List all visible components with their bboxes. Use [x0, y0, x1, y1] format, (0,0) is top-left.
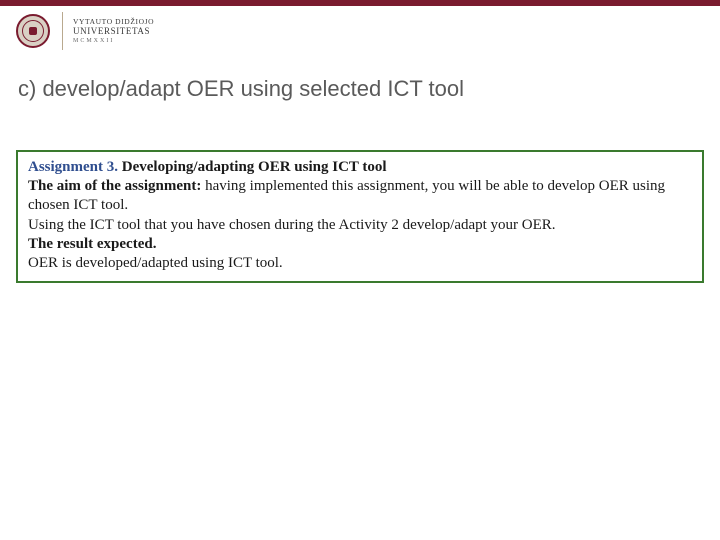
slide-title: c) develop/adapt OER using selected ICT …: [18, 76, 464, 102]
assignment-label: Assignment 3.: [28, 159, 118, 175]
university-seal-icon: [16, 14, 50, 48]
assignment-heading-row: Assignment 3. Developing/adapting OER us…: [28, 158, 692, 177]
assignment-instruction: Using the ICT tool that you have chosen …: [28, 216, 692, 235]
assignment-box: Assignment 3. Developing/adapting OER us…: [16, 150, 704, 283]
assignment-aim-row: The aim of the assignment: having implem…: [28, 177, 692, 215]
logo-divider: [62, 12, 63, 50]
university-wordmark: Vytauto Didžiojo Universitetas MCMXXII: [73, 18, 154, 44]
header: Vytauto Didžiojo Universitetas MCMXXII: [0, 6, 720, 56]
result-text: OER is developed/adapted using ICT tool.: [28, 254, 692, 273]
aim-label: The aim of the assignment:: [28, 178, 201, 194]
brand-year: MCMXXII: [73, 38, 154, 44]
brand-line2: Universitetas: [73, 27, 154, 36]
brand-line1: Vytauto Didžiojo: [73, 18, 154, 26]
assignment-heading: Developing/adapting OER using ICT tool: [118, 159, 387, 175]
result-label: The result expected.: [28, 235, 692, 254]
